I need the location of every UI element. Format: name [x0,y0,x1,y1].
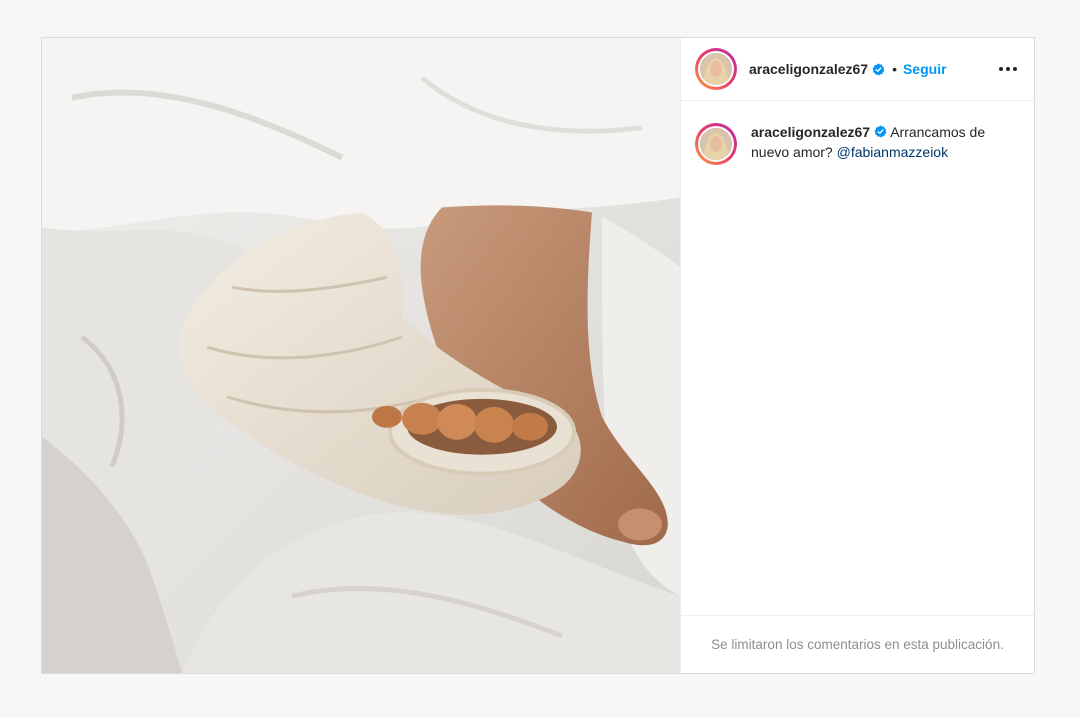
caption-avatar[interactable] [695,123,737,165]
post-sidebar: araceligonzalez67 • Seguir araceligonzal… [680,38,1034,673]
instagram-post: araceligonzalez67 • Seguir araceligonzal… [41,37,1035,674]
caption-mention-link[interactable]: @fabianmazzeiok [837,144,949,160]
caption-verified-badge-icon [874,123,887,138]
caption-avatar-ring [698,126,734,162]
comments-area: araceligonzalez67 Arrancamos de nuevo am… [681,101,1034,615]
separator-dot: • [892,61,897,77]
avatar-ring [698,51,734,87]
post-username[interactable]: araceligonzalez67 [749,61,868,77]
caption-avatar-image [700,128,732,160]
more-horizontal-icon[interactable] [996,57,1020,81]
post-header: araceligonzalez67 • Seguir [681,38,1034,101]
comments-limited-text: Se limitaron los comentarios en esta pub… [711,637,1004,652]
follow-button[interactable]: Seguir [903,61,947,77]
caption-username[interactable]: araceligonzalez67 [751,124,870,140]
caption: araceligonzalez67 Arrancamos de nuevo am… [695,123,1020,165]
avatar-image [700,53,732,85]
caption-text: araceligonzalez67 Arrancamos de nuevo am… [751,122,1001,165]
avatar[interactable] [695,48,737,90]
comments-limited-notice: Se limitaron los comentarios en esta pub… [681,615,1034,673]
post-photo-illustration [42,38,680,673]
post-photo[interactable] [42,38,680,673]
verified-badge-icon [872,62,885,76]
